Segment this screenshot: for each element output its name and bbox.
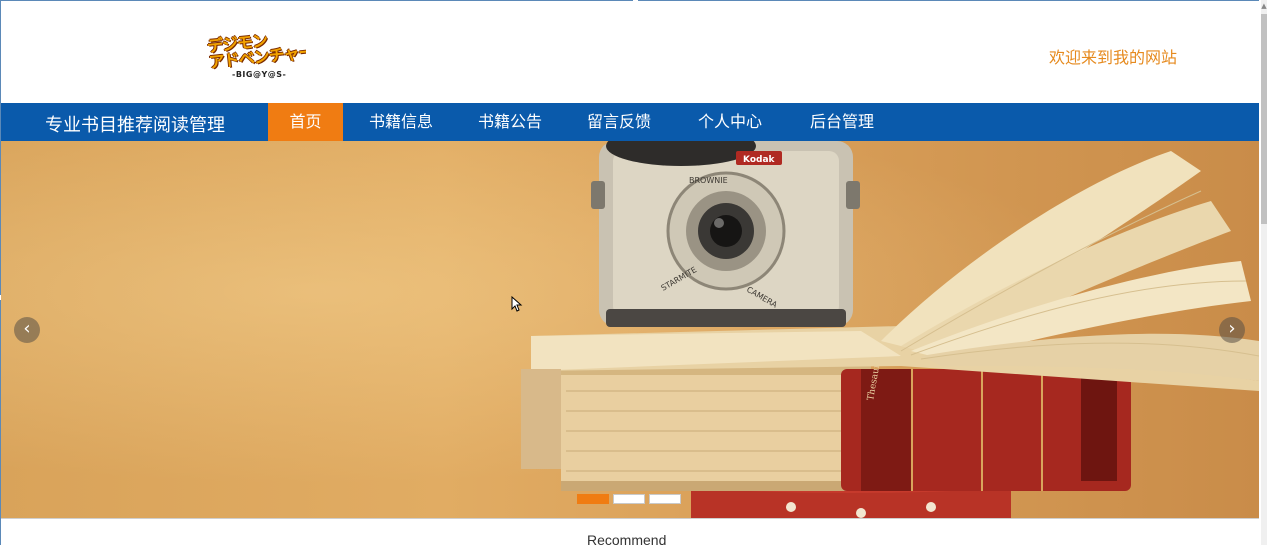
nav-item-book-info[interactable]: 书籍信息: [358, 103, 444, 141]
nav-item-label: 留言反馈: [586, 112, 651, 131]
welcome-text: 欢迎来到我的网站: [1048, 48, 1177, 67]
nav-item-book-notice[interactable]: 书籍公告: [467, 103, 553, 141]
nav-item-label: 后台管理: [809, 112, 874, 131]
carousel-dot-1[interactable]: [577, 494, 609, 504]
nav-item-label: 首页: [289, 112, 322, 131]
carousel-dot-3[interactable]: [649, 494, 681, 504]
site-logo[interactable]: デジモン アドベンチャー -BIG@Y@S-: [206, 34, 306, 82]
scrollbar-thumb[interactable]: [1261, 14, 1267, 224]
main-nav: 专业书目推荐阅读管理 首页 书籍信息 书籍公告 留言反馈 个人中心 后台管理: [1, 103, 1259, 141]
scroll-up-icon[interactable]: ▲: [1261, 0, 1267, 12]
site-title: 专业书目推荐阅读管理: [45, 115, 225, 136]
recommend-heading: Recommend: [587, 532, 667, 548]
svg-text:Kodak: Kodak: [743, 155, 776, 165]
nav-item-label: 个人中心: [697, 112, 762, 131]
banner-photo: Thesaurus Kodak BROWNIE STARMITE CAMERA: [521, 141, 1259, 518]
camera: Kodak BROWNIE STARMITE CAMERA: [591, 141, 860, 327]
nav-item-label: 书籍公告: [477, 112, 542, 131]
carousel-dot-2[interactable]: [613, 494, 645, 504]
svg-text:BROWNIE: BROWNIE: [689, 176, 728, 185]
nav-item-home[interactable]: 首页: [268, 103, 343, 141]
banner-carousel[interactable]: Thesaurus Kodak BROWNIE STARMITE CAMERA …: [1, 141, 1259, 518]
mouse-cursor-icon: [511, 296, 523, 312]
page-scrollbar[interactable]: ▲: [1261, 0, 1267, 545]
nav-item-label: 书籍信息: [368, 112, 433, 131]
nav-item-feedback[interactable]: 留言反馈: [576, 103, 662, 141]
carousel-prev-button[interactable]: ‹: [14, 317, 40, 343]
logo-title: デジモン アドベンチャー: [206, 34, 306, 72]
carousel-next-button[interactable]: ›: [1219, 317, 1245, 343]
chevron-left-icon: ‹: [23, 318, 31, 339]
nav-item-profile[interactable]: 个人中心: [687, 103, 773, 141]
chevron-right-icon: ›: [1228, 318, 1236, 339]
section-divider: [1, 518, 1259, 519]
nav-item-admin[interactable]: 后台管理: [799, 103, 885, 141]
logo-subtitle: -BIG@Y@S-: [232, 70, 287, 79]
site-header: デジモン アドベンチャー -BIG@Y@S- 欢迎来到我的网站: [1, 1, 1263, 103]
